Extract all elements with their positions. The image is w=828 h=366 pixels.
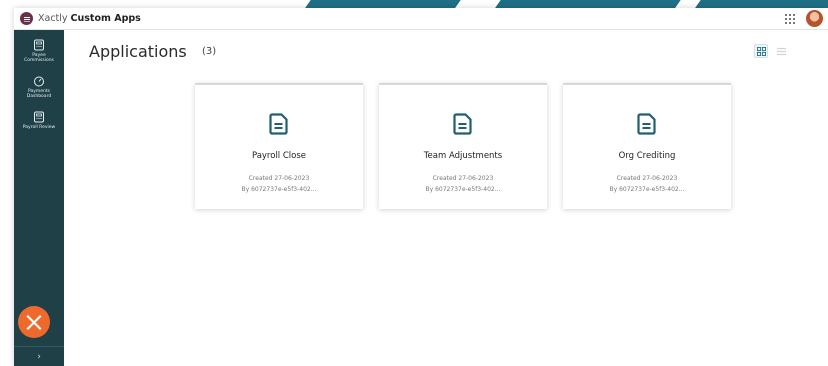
- application-card-payroll-close[interactable]: Payroll Close Created 27-06-2023 By 6072…: [195, 83, 363, 209]
- calculator-icon: [34, 39, 44, 51]
- grid-view-icon: [756, 46, 766, 56]
- sidebar-item-payee-commissions[interactable]: Payee Commissions: [14, 36, 64, 70]
- document-icon: [269, 113, 288, 135]
- top-bar: Xactly Custom Apps: [14, 8, 828, 30]
- sidebar-item-label: Payee Commissions: [14, 53, 64, 63]
- card-title: Payroll Close: [251, 151, 307, 161]
- document-icon: [637, 113, 656, 135]
- brand-app-name: Custom Apps: [70, 13, 141, 24]
- card-created-by: By 6072737e-e5f3-402...: [425, 186, 501, 193]
- gauge-icon: [34, 76, 44, 87]
- sidebar: Payee Commissions Payments Dashboard Pay…: [14, 30, 64, 366]
- list-view-button[interactable]: [774, 44, 788, 58]
- page-title: Applications: [89, 42, 187, 61]
- card-title: Org Crediting: [618, 151, 676, 161]
- sidebar-item-label: Payments Dashboard: [14, 89, 64, 99]
- card-created-date: Created 27-06-2023: [248, 175, 310, 182]
- calculator-icon: [34, 111, 44, 123]
- brand-logo-icon[interactable]: [20, 12, 33, 25]
- card-title: Team Adjustments: [423, 151, 503, 161]
- sidebar-label-line: Dashboard: [26, 94, 52, 99]
- list-view-icon: [776, 47, 786, 55]
- sidebar-item-payments-dashboard[interactable]: Payments Dashboard: [14, 72, 64, 106]
- sidebar-item-payroll-review[interactable]: Payroll Review: [14, 108, 64, 142]
- app-window: Xactly Custom Apps Payee Commissions Pay…: [14, 8, 828, 366]
- sidebar-label-line: Commissions: [24, 58, 54, 63]
- card-created-date: Created 27-06-2023: [616, 175, 678, 182]
- grid-view-button[interactable]: [754, 44, 768, 58]
- document-icon: [453, 113, 472, 135]
- apps-grid-icon[interactable]: [785, 14, 795, 24]
- application-card-org-crediting[interactable]: Org Crediting Created 27-06-2023 By 6072…: [563, 83, 731, 209]
- card-created-by: By 6072737e-e5f3-402...: [609, 186, 685, 193]
- user-avatar[interactable]: [806, 10, 823, 27]
- application-count: (3): [202, 46, 217, 57]
- brand-name: Xactly: [38, 13, 68, 24]
- card-created-date: Created 27-06-2023: [432, 175, 494, 182]
- sidebar-item-label: Payroll Review: [14, 125, 64, 130]
- application-card-team-adjustments[interactable]: Team Adjustments Created 27-06-2023 By 6…: [379, 83, 547, 209]
- chevron-right-icon: ›: [37, 351, 41, 362]
- sidebar-label-line: Payroll Review: [22, 125, 56, 130]
- sidebar-expand-button[interactable]: ›: [14, 346, 64, 366]
- card-created-by: By 6072737e-e5f3-402...: [241, 186, 317, 193]
- xactly-x-logo-icon: [18, 306, 50, 338]
